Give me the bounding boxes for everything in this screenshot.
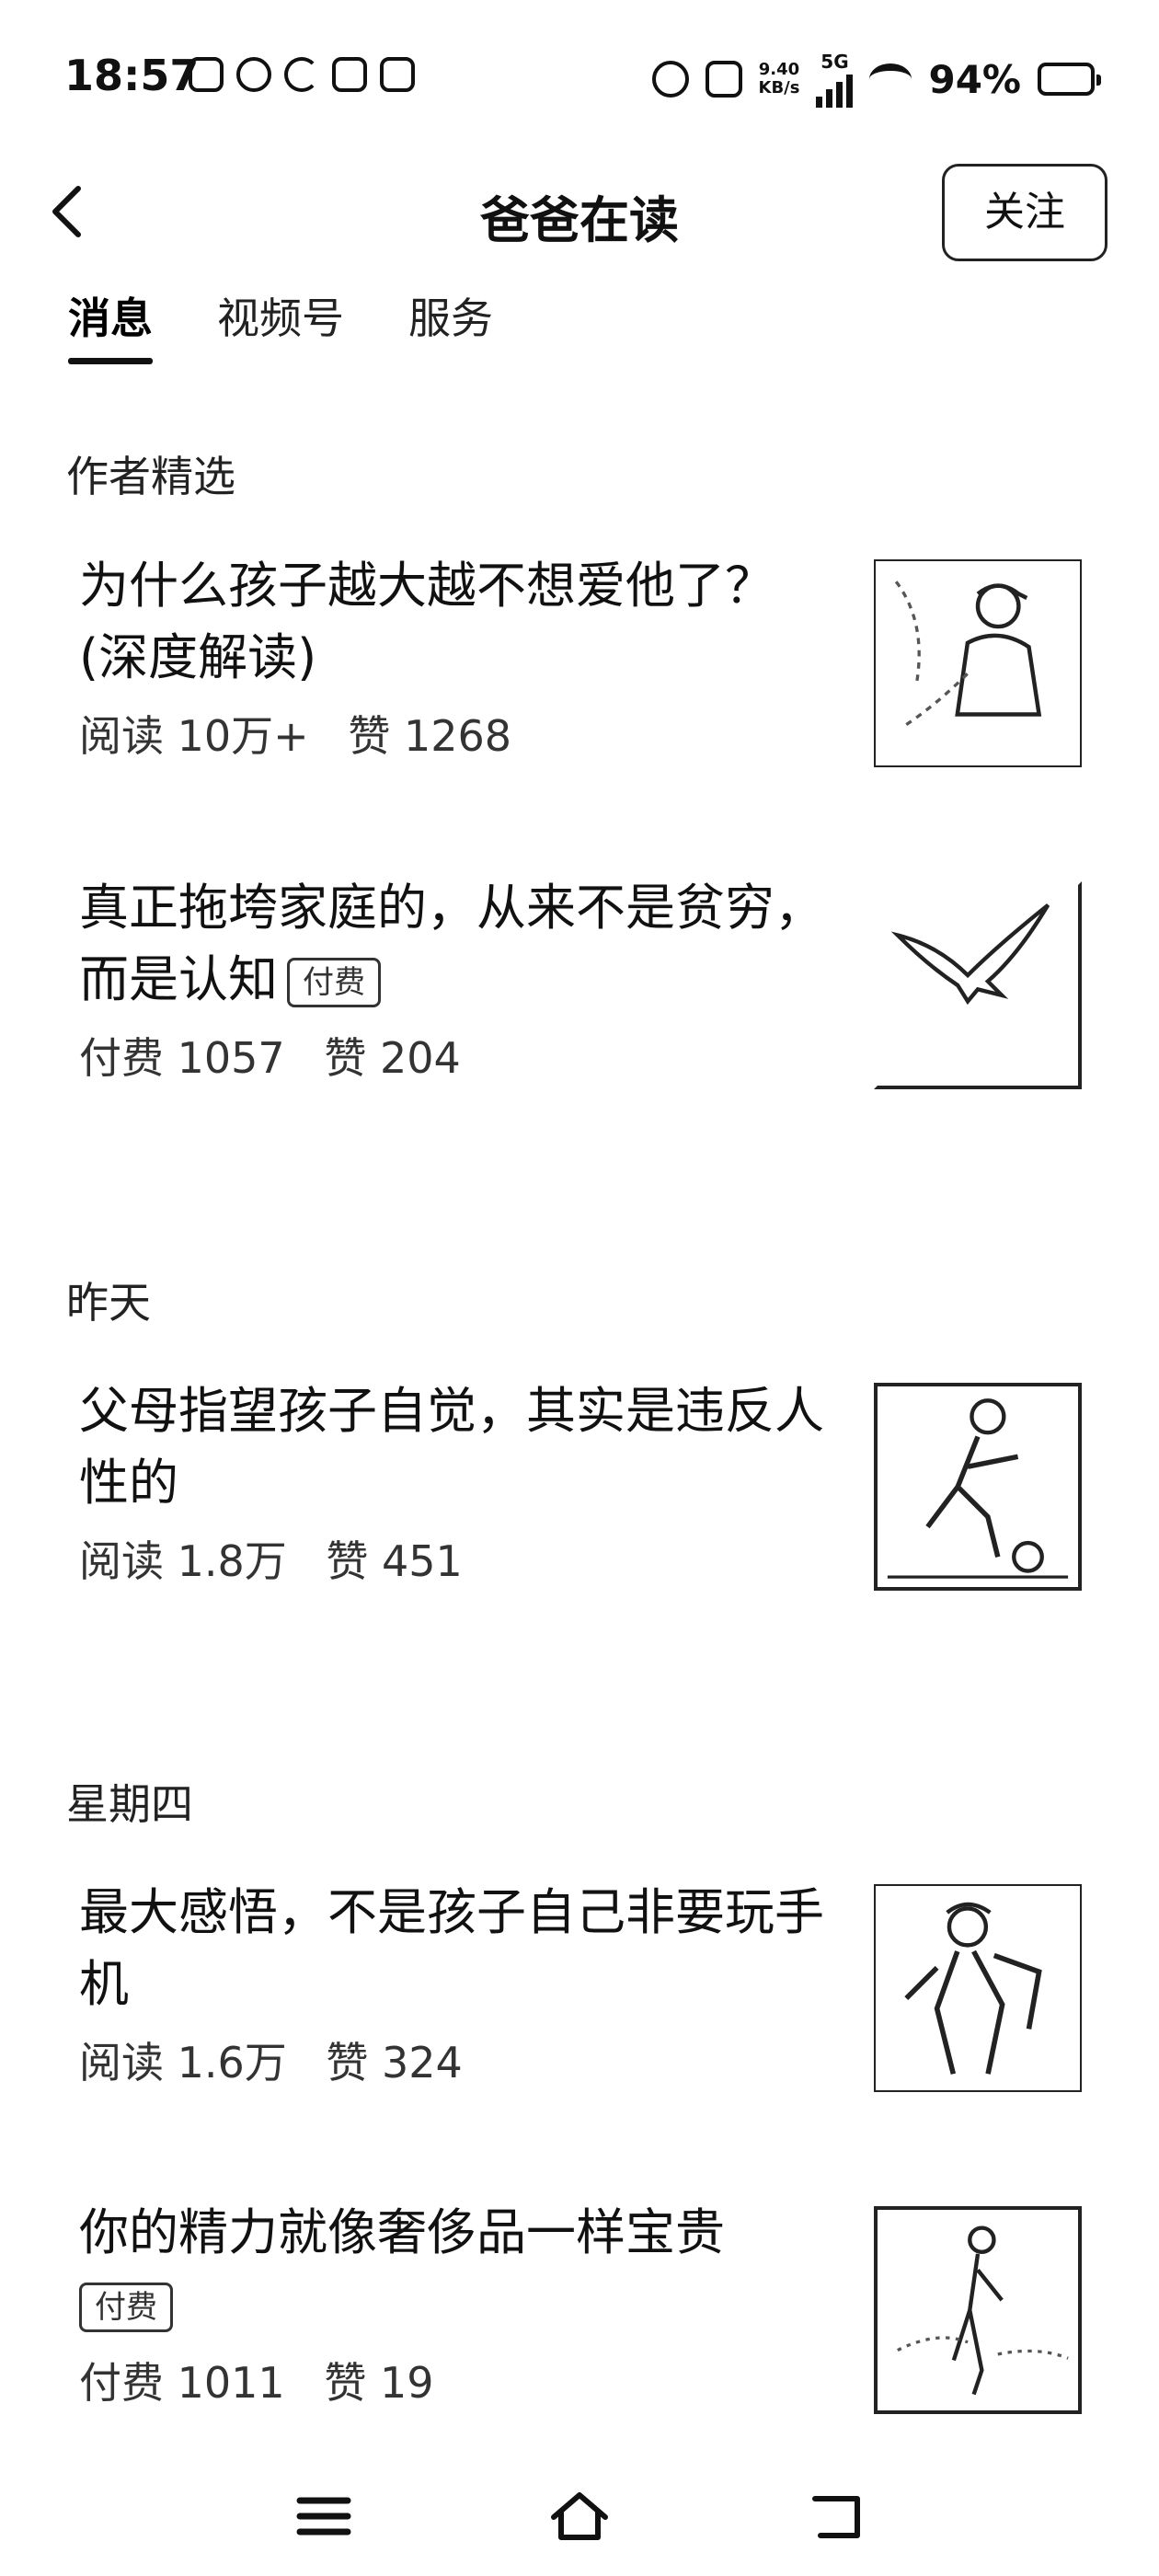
- article-item[interactable]: 你的精力就像奢侈品一样宝贵 付费 付费 1011 赞 19: [79, 2197, 1082, 2414]
- battery-icon: [1038, 63, 1101, 96]
- status-right: 9.40 KB/s 5G 94%: [651, 51, 1101, 108]
- app-notification-icon: [380, 57, 415, 92]
- article-item[interactable]: 为什么孩子越大越不想爱他了？(深度解读) 阅读 10万+ 赞 1268: [79, 550, 1082, 767]
- section-label: 星期四: [66, 1779, 193, 1829]
- signal-icon: [816, 73, 854, 108]
- system-nav-bar: [0, 2466, 1159, 2558]
- article-item[interactable]: 最大感悟，不是孩子自己非要玩手机 阅读 1.6万 赞 324: [79, 1877, 1082, 2092]
- mute-icon: [705, 61, 742, 98]
- network-type: 5G: [820, 51, 849, 73]
- article-title: 最大感悟，不是孩子自己非要玩手机: [79, 1883, 824, 2013]
- back-nav-button[interactable]: [802, 2484, 876, 2548]
- like-count: 赞 19: [324, 2358, 434, 2408]
- notification-icons: [189, 57, 415, 92]
- speed-value: 9.40: [758, 60, 800, 79]
- tiktok-icon: [332, 57, 367, 92]
- menu-button[interactable]: [287, 2484, 361, 2548]
- runner-image: [874, 2206, 1082, 2414]
- like-count: 赞 324: [326, 2038, 463, 2087]
- like-count: 赞 1268: [348, 711, 512, 761]
- tab-messages[interactable]: 消息: [68, 285, 153, 364]
- section-label: 昨天: [66, 1278, 151, 1328]
- home-icon: [551, 2492, 608, 2540]
- section-label: 作者精选: [66, 452, 235, 501]
- article-title: 父母指望孩子自觉，其实是违反人性的: [79, 1382, 824, 1512]
- article-title-text: 真正拖垮家庭的，从来不是贫穷，而是认知: [79, 879, 824, 1008]
- tab-channels[interactable]: 视频号: [217, 285, 344, 364]
- tab-services[interactable]: 服务: [408, 285, 493, 364]
- wechat-icon: [189, 57, 224, 92]
- article-title: 你的精力就像奢侈品一样宝贵 付费: [79, 2197, 833, 2340]
- back-icon: [812, 2496, 860, 2538]
- wifi-icon: [869, 63, 912, 95]
- article-item[interactable]: 真正拖垮家庭的，从来不是贫穷，而是认知 付费 付费 1057 赞 204: [79, 872, 1082, 1089]
- cell-status: 5G: [816, 51, 854, 108]
- read-count: 阅读 10万+: [79, 711, 309, 761]
- read-count: 阅读 1.8万: [79, 1536, 287, 1586]
- article-title: 真正拖垮家庭的，从来不是贫穷，而是认知 付费: [79, 872, 833, 1016]
- tab-bar: 消息 视频号 服务: [68, 285, 493, 364]
- man-with-cap-image: [874, 559, 1082, 767]
- paid-count: 付费 1011: [79, 2358, 285, 2408]
- follow-button[interactable]: 关注: [942, 164, 1107, 261]
- status-bar: 18:57 9.40 KB/s 5G 94%: [0, 0, 1159, 156]
- home-button[interactable]: [543, 2484, 616, 2548]
- like-count: 赞 451: [326, 1536, 463, 1586]
- speed-unit: KB/s: [758, 78, 800, 98]
- like-count: 赞 204: [324, 1033, 461, 1083]
- alarm-icon: [651, 61, 689, 98]
- read-count: 阅读 1.6万: [79, 2038, 287, 2087]
- hiker-image: [874, 1884, 1082, 2092]
- paid-badge: 付费: [79, 2283, 173, 2333]
- article-item[interactable]: 父母指望孩子自觉，其实是违反人性的 阅读 1.8万 赞 451: [79, 1375, 1082, 1591]
- soccer-player-image: [874, 1383, 1082, 1591]
- status-time: 18:57: [64, 51, 200, 100]
- battery-percent: 94%: [928, 56, 1021, 102]
- sync-icon: [284, 57, 319, 92]
- article-title-text: 你的精力就像奢侈品一样宝贵: [79, 2203, 725, 2261]
- paid-count: 付费 1057: [79, 1033, 285, 1083]
- eagle-image: [874, 881, 1082, 1089]
- network-speed: 9.40 KB/s: [759, 61, 800, 98]
- article-title: 为什么孩子越大越不想爱他了？(深度解读): [79, 557, 775, 686]
- qq-icon: [236, 57, 271, 92]
- menu-icon: [296, 2497, 351, 2536]
- paid-badge: 付费: [287, 958, 381, 1008]
